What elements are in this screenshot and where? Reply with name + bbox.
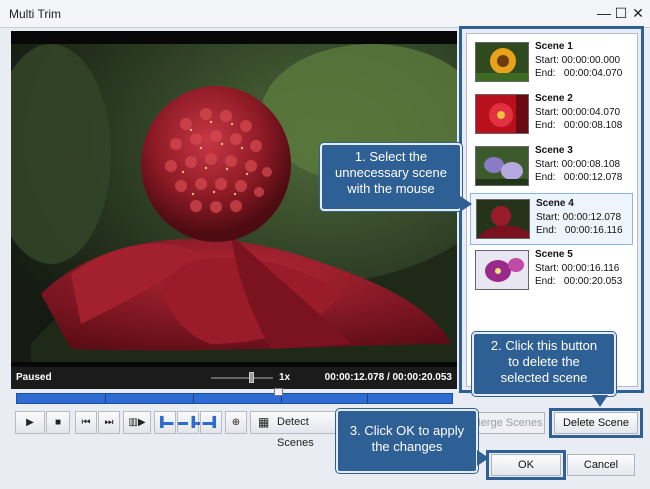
detect-scenes-icon: ▦	[258, 415, 270, 429]
play-button[interactable]: ▶	[15, 411, 45, 434]
minimize-icon[interactable]: —	[596, 4, 612, 22]
callout-line: with the mouse	[347, 181, 435, 196]
timeline-track[interactable]	[16, 393, 453, 404]
next-frame-button[interactable]: ⏭	[98, 411, 120, 434]
callout-line: selected scene	[500, 370, 588, 385]
stop-button[interactable]: ■	[46, 411, 70, 434]
speed-slider-thumb[interactable]	[249, 372, 254, 383]
next-frame-icon: ⏭	[104, 417, 114, 428]
detect-scenes-button[interactable]: ▦ Detect Scenes	[250, 411, 348, 449]
playback-status: Paused	[16, 372, 52, 383]
play-icon: ▶	[26, 417, 34, 428]
title-bar: Multi Trim — ☐ ✕	[0, 0, 650, 28]
zoom-icon: ⊕	[231, 417, 241, 428]
callout-line: 1. Select the	[354, 149, 428, 164]
marker-right-icon: ▬▌	[202, 417, 220, 428]
callout-pointer	[477, 450, 489, 466]
merge-scenes-button[interactable]: Merge Scenes	[469, 412, 545, 434]
speed-label: 1x	[279, 372, 291, 383]
delete-button-highlight	[549, 408, 643, 438]
player-status-bar: Paused 1x 00:00:12.078 / 00:00:20.053	[11, 367, 457, 389]
split-scene-icon: ▥▶	[128, 417, 146, 428]
marker-left-icon: ▐▬	[156, 417, 174, 428]
detect-scenes-label: Detect Scenes	[277, 416, 314, 449]
scene-boundary-marker	[367, 394, 368, 403]
callout-line: 3. Click OK to apply	[349, 423, 465, 438]
split-scene-button[interactable]: ▥▶	[123, 411, 151, 434]
callout-line: the changes	[371, 439, 443, 454]
callout-pointer	[460, 196, 472, 212]
close-icon[interactable]: ✕	[630, 4, 646, 22]
callout-line: 2. Click this button	[490, 338, 598, 353]
scene-boundary-marker	[105, 394, 106, 403]
callout-ok-apply: 3. Click OK to apply the changes	[336, 409, 478, 473]
ok-button-highlight	[486, 450, 566, 480]
timeline-playhead[interactable]	[274, 388, 284, 396]
stop-icon: ■	[54, 417, 62, 428]
scene-boundary-marker	[193, 394, 194, 403]
callout-line: unnecessary scene	[334, 165, 447, 180]
callout-select-scene: 1. Select the unnecessary scene with the…	[320, 143, 462, 211]
cancel-button[interactable]: Cancel	[567, 454, 635, 476]
prev-frame-icon: ⏮	[81, 417, 91, 428]
marker-center-button[interactable]: ▬▐▬	[177, 411, 205, 434]
callout-pointer	[592, 395, 608, 407]
marker-left-button[interactable]: ▐▬	[154, 411, 176, 434]
zoom-button[interactable]: ⊕	[225, 411, 247, 434]
marker-right-button[interactable]: ▬▌	[200, 411, 222, 434]
window-title: Multi Trim	[9, 7, 61, 21]
maximize-icon[interactable]: ☐	[613, 4, 629, 22]
prev-frame-button[interactable]: ⏮	[75, 411, 97, 434]
callout-delete-scene: 2. Click this button to delete the selec…	[472, 332, 616, 396]
callout-line: to delete the	[508, 354, 580, 369]
speed-slider-track[interactable]	[211, 377, 273, 379]
timecode-display: 00:00:12.078 / 00:00:20.053	[324, 372, 452, 383]
